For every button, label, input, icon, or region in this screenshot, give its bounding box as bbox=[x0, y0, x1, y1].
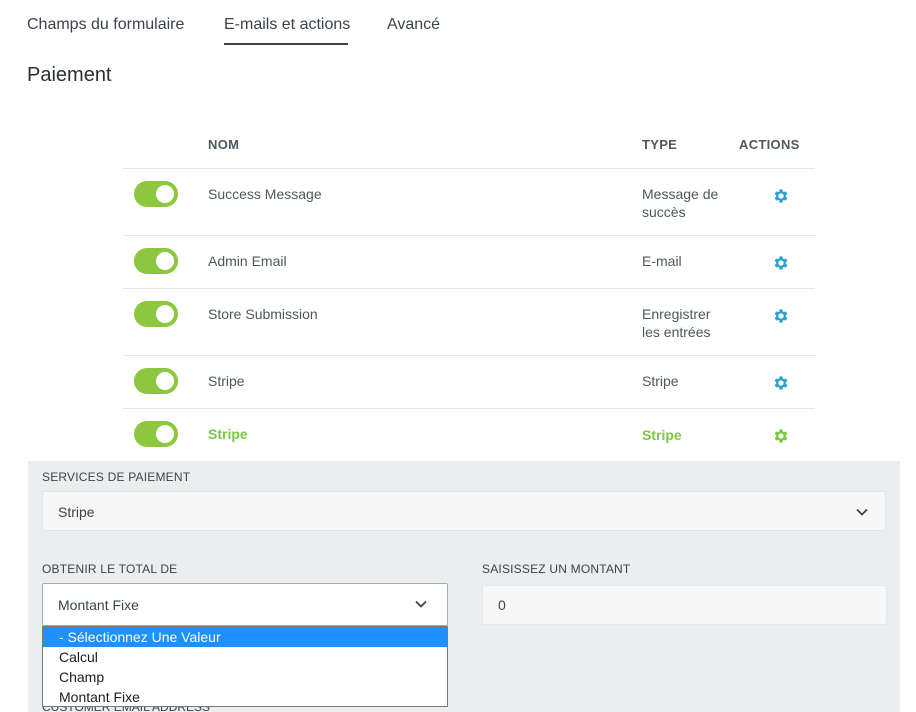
action-name: Stripe bbox=[208, 373, 245, 389]
enable-toggle[interactable] bbox=[134, 248, 178, 274]
gear-icon[interactable] bbox=[772, 307, 790, 325]
tab-advanced[interactable]: Avancé bbox=[387, 16, 440, 34]
payment-services-select[interactable]: Stripe bbox=[42, 491, 886, 531]
enable-toggle[interactable] bbox=[134, 301, 178, 327]
tab-form-fields[interactable]: Champs du formulaire bbox=[27, 16, 184, 34]
dropdown-option[interactable]: Calcul bbox=[43, 647, 447, 667]
column-header-actions: ACTIONS bbox=[739, 137, 800, 152]
total-from-select[interactable]: Montant Fixe bbox=[42, 583, 448, 626]
action-name: Admin Email bbox=[208, 253, 287, 269]
payment-services-label: SERVICES DE PAIEMENT bbox=[42, 470, 191, 484]
active-tab-indicator bbox=[224, 43, 348, 45]
tab-emails-actions[interactable]: E-mails et actions bbox=[224, 16, 350, 34]
dropdown-option[interactable]: Montant Fixe bbox=[43, 687, 447, 707]
enable-toggle[interactable] bbox=[134, 181, 178, 207]
amount-label: SAISISSEZ UN MONTANT bbox=[482, 562, 631, 576]
action-type: E-mail bbox=[642, 253, 682, 269]
dropdown-option[interactable]: - Sélectionnez Une Valeur bbox=[43, 627, 447, 647]
gear-icon[interactable] bbox=[772, 254, 790, 272]
page-title: Paiement bbox=[27, 64, 112, 86]
chevron-down-icon bbox=[856, 508, 868, 516]
action-name: Store Submission bbox=[208, 306, 318, 322]
amount-input[interactable] bbox=[482, 585, 887, 625]
payment-services-value: Stripe bbox=[58, 504, 95, 520]
action-type: Enregistrer les entrées bbox=[642, 306, 711, 340]
gear-icon[interactable] bbox=[772, 187, 790, 205]
gear-icon[interactable] bbox=[772, 374, 790, 392]
action-type: Message de succès bbox=[642, 186, 719, 220]
column-header-name: NOM bbox=[208, 137, 240, 152]
gear-icon[interactable] bbox=[772, 427, 790, 445]
action-type: Stripe bbox=[642, 427, 682, 443]
enable-toggle[interactable] bbox=[134, 368, 178, 394]
total-from-label: OBTENIR LE TOTAL DE bbox=[42, 562, 178, 576]
action-type: Stripe bbox=[642, 373, 679, 389]
total-from-dropdown-list: - Sélectionnez Une Valeur Calcul Champ M… bbox=[42, 626, 448, 707]
total-from-value: Montant Fixe bbox=[58, 597, 139, 613]
enable-toggle[interactable] bbox=[134, 421, 178, 447]
chevron-down-icon bbox=[415, 600, 427, 608]
action-name: Success Message bbox=[208, 186, 322, 202]
dropdown-option[interactable]: Champ bbox=[43, 667, 447, 687]
column-header-type: TYPE bbox=[642, 137, 678, 152]
action-name[interactable]: Stripe bbox=[208, 426, 248, 442]
tab-bar: Champs du formulaire E-mails et actions … bbox=[0, 0, 916, 48]
